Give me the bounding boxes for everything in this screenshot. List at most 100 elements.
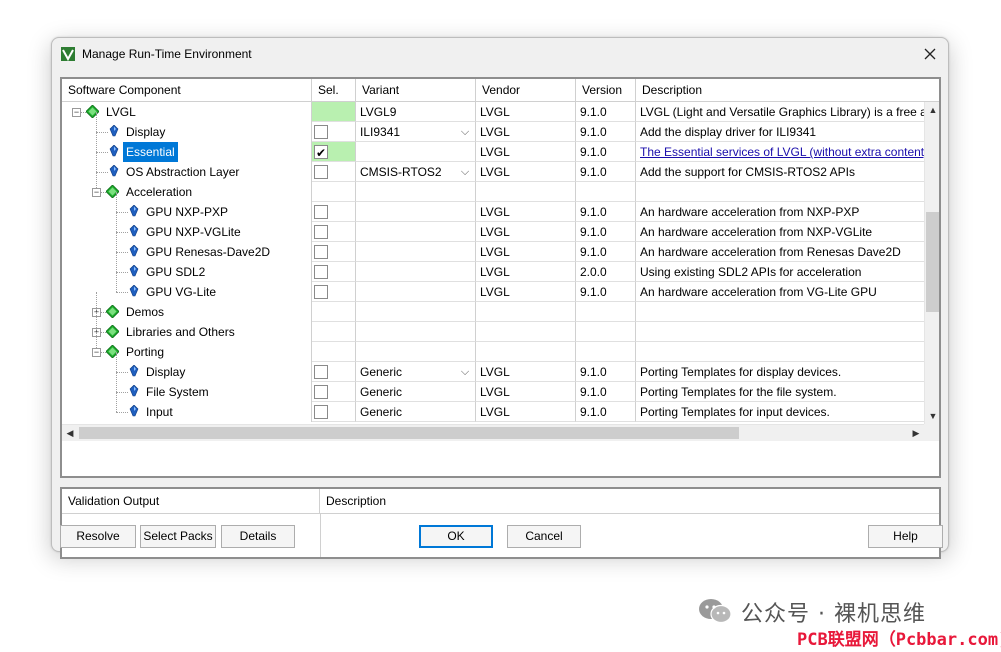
component-name[interactable]: GPU NXP-PXP <box>143 202 231 222</box>
component-name[interactable]: LVGL <box>103 102 139 122</box>
validation-header: Validation Output Description <box>62 489 939 514</box>
component-icon <box>129 225 139 237</box>
sel-cell[interactable] <box>312 402 356 422</box>
description-link[interactable]: The Essential services of LVGL (without … <box>636 142 924 162</box>
col-header-validation-output[interactable]: Validation Output <box>62 489 320 514</box>
tree-connector <box>96 152 97 172</box>
description-cell: Porting Templates for input devices. <box>636 402 924 422</box>
col-header-vendor[interactable]: Vendor <box>476 79 576 102</box>
variant-cell[interactable]: ILI9341 ⌵ <box>356 122 476 142</box>
chevron-down-icon[interactable]: ⌵ <box>457 364 473 380</box>
variant-cell <box>356 182 476 202</box>
component-name[interactable]: GPU Renesas-Dave2D <box>143 242 273 262</box>
table-row[interactable]: Essential LVGL9.1.0The Essential services… <box>62 132 924 162</box>
select-checkbox[interactable] <box>314 405 328 419</box>
version-cell: 9.1.0 <box>576 402 636 422</box>
cancel-button[interactable]: Cancel <box>507 525 581 548</box>
select-checkbox[interactable] <box>314 265 328 279</box>
component-name[interactable]: Input <box>143 402 176 422</box>
scroll-down-icon[interactable]: ▼ <box>925 408 939 424</box>
sel-cell[interactable] <box>312 282 356 302</box>
variant-cell[interactable]: CMSIS-RTOS2 ⌵ <box>356 162 476 182</box>
component-name[interactable]: Display <box>123 122 168 142</box>
description-cell: Porting Templates for the file system. <box>636 382 924 402</box>
component-name[interactable]: Demos <box>123 302 167 322</box>
sel-cell[interactable] <box>312 382 356 402</box>
chevron-down-icon[interactable]: ⌵ <box>457 124 473 140</box>
component-name[interactable]: Porting <box>123 342 167 362</box>
component-icon <box>129 265 139 277</box>
sel-cell[interactable] <box>312 222 356 242</box>
sel-cell[interactable] <box>312 362 356 382</box>
col-header-software-component[interactable]: Software Component <box>62 79 312 102</box>
table-row[interactable]: OS Abstraction Layer CMSIS-RTOS2 ⌵ LVGL 9.1.… <box>62 152 924 182</box>
close-icon[interactable] <box>920 44 940 64</box>
variant-value: ILI9341 <box>360 125 401 139</box>
select-checkbox[interactable] <box>314 245 328 259</box>
component-name[interactable]: Display <box>143 362 188 382</box>
help-button[interactable]: Help <box>868 525 943 548</box>
chevron-down-icon[interactable]: ⌵ <box>457 164 473 180</box>
select-checkbox[interactable] <box>314 165 328 179</box>
collapse-icon[interactable]: − <box>92 348 101 357</box>
select-checkbox[interactable] <box>314 385 328 399</box>
table-row[interactable]: GPU NXP-PXP LVGL 9.1.0 An hardware accelera… <box>62 192 924 222</box>
table-row[interactable]: File System Generic LVGL 9.1.0 Porting Templ… <box>62 372 924 402</box>
table-row[interactable]: GPU SDL2 LVGL 2.0.0 Using existing SDL2 API… <box>62 252 924 282</box>
horizontal-scrollbar[interactable]: ◀ ▶ <box>62 424 924 441</box>
vertical-scrollbar[interactable]: ▲ ▼ <box>924 102 939 424</box>
component-name[interactable]: GPU NXP-VGLite <box>143 222 244 242</box>
col-header-variant[interactable]: Variant <box>356 79 476 102</box>
table-row[interactable]: − LVGL LVGL9 LVGL 9.1.0 LVGL (Light and Versa… <box>62 102 924 122</box>
component-name[interactable]: Essential <box>123 142 178 162</box>
details-button[interactable]: Details <box>221 525 295 548</box>
collapse-icon[interactable]: − <box>92 188 101 197</box>
scroll-left-icon[interactable]: ◀ <box>62 425 78 441</box>
component-icon <box>129 285 139 297</box>
select-checkbox[interactable] <box>314 285 328 299</box>
component-name[interactable]: GPU SDL2 <box>143 262 208 282</box>
sel-cell[interactable] <box>312 202 356 222</box>
table-row[interactable]: − Acceleration <box>62 172 924 202</box>
table-row[interactable]: + Libraries and Others <box>62 312 924 342</box>
table-row[interactable]: Input Generic LVGL 9.1.0 Porting Templates f… <box>62 392 924 422</box>
collapse-icon[interactable]: − <box>72 108 81 117</box>
sel-cell[interactable] <box>312 142 356 162</box>
table-row[interactable]: GPU VG-Lite LVGL 9.1.0 An hardware accelera… <box>62 272 924 302</box>
component-name[interactable]: Acceleration <box>123 182 195 202</box>
col-header-validation-description[interactable]: Description <box>320 489 939 514</box>
component-name[interactable]: GPU VG-Lite <box>143 282 219 302</box>
horizontal-scroll-thumb[interactable] <box>79 427 739 439</box>
col-header-version[interactable]: Version <box>576 79 636 102</box>
select-checkbox[interactable] <box>314 143 328 161</box>
variant-cell <box>356 322 476 342</box>
component-tree-cell: OS Abstraction Layer <box>62 152 312 182</box>
table-row[interactable]: + Demos <box>62 292 924 322</box>
component-name[interactable]: Libraries and Others <box>123 322 238 342</box>
scroll-right-icon[interactable]: ▶ <box>908 425 924 441</box>
variant-cell[interactable]: Generic ⌵ <box>356 362 476 382</box>
component-name[interactable]: File System <box>143 382 212 402</box>
resolve-button[interactable]: Resolve <box>60 525 136 548</box>
sel-cell[interactable] <box>312 242 356 262</box>
col-header-description[interactable]: Description <box>636 79 939 102</box>
table-row[interactable]: Display ILI9341 ⌵ LVGL 9.1.0 Add the display … <box>62 112 924 142</box>
table-row[interactable]: GPU Renesas-Dave2D LVGL 9.1.0 An hardware a… <box>62 232 924 262</box>
sel-cell[interactable] <box>312 262 356 282</box>
sel-cell[interactable] <box>312 162 356 182</box>
component-name[interactable]: OS Abstraction Layer <box>123 162 242 182</box>
vertical-scroll-thumb[interactable] <box>926 212 939 312</box>
table-row[interactable]: − Porting <box>62 332 924 362</box>
select-checkbox[interactable] <box>314 365 328 379</box>
col-header-sel[interactable]: Sel. <box>312 79 356 102</box>
sel-cell[interactable] <box>312 122 356 142</box>
select-checkbox[interactable] <box>314 225 328 239</box>
variant-cell <box>356 342 476 362</box>
select-checkbox[interactable] <box>314 205 328 219</box>
ok-button[interactable]: OK <box>419 525 493 548</box>
table-row[interactable]: GPU NXP-VGLite LVGL 9.1.0 An hardware accel… <box>62 212 924 242</box>
table-row[interactable]: Display Generic ⌵ LVGL 9.1.0 Porting Template… <box>62 352 924 382</box>
scroll-up-icon[interactable]: ▲ <box>925 102 939 118</box>
select-packs-button[interactable]: Select Packs <box>140 525 216 548</box>
select-checkbox[interactable] <box>314 125 328 139</box>
